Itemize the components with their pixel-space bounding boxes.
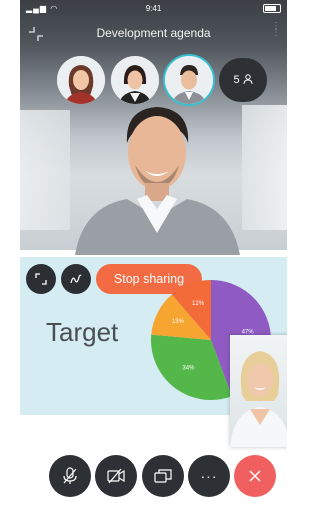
- self-view-video[interactable]: [230, 335, 287, 447]
- battery-icon: [263, 4, 281, 13]
- mute-icon: [63, 467, 77, 484]
- more-icon: ···: [200, 468, 218, 484]
- fullscreen-button[interactable]: [26, 264, 56, 294]
- pie-slice-label: 12%: [192, 301, 205, 307]
- expand-icon: [35, 273, 47, 285]
- end-call-button[interactable]: [234, 455, 276, 497]
- call-controls: ···: [20, 455, 287, 505]
- pie-slice-label: 13%: [172, 319, 185, 325]
- share-screen-icon: [154, 469, 172, 483]
- background-window: [20, 110, 70, 230]
- draw-icon: [70, 274, 82, 284]
- annotate-button[interactable]: [61, 264, 91, 294]
- pie-slice-label: 34%: [182, 366, 195, 372]
- drag-handle-icon[interactable]: ⋮ ⋮: [271, 22, 281, 42]
- share-screen-button[interactable]: [142, 455, 184, 497]
- participant-count: 5: [233, 74, 240, 86]
- meeting-title: Development agenda: [96, 26, 211, 40]
- status-bar: ▂▄▆ ◠ 9:41: [20, 0, 287, 16]
- mute-button[interactable]: [49, 455, 91, 497]
- video-off-icon: [107, 468, 125, 484]
- video-toggle-button[interactable]: [95, 455, 137, 497]
- status-time: 9:41: [145, 4, 162, 13]
- more-button[interactable]: ···: [188, 455, 230, 497]
- background-window: [242, 105, 287, 230]
- slide-title: Target: [46, 317, 119, 347]
- call-screen: ▂▄▆ ◠ 9:41 Development agenda ⋮ ⋮ 5 Stop…: [20, 0, 287, 505]
- active-speaker-video: [75, 95, 240, 255]
- end-call-icon: [249, 470, 261, 482]
- person-icon: [243, 73, 253, 87]
